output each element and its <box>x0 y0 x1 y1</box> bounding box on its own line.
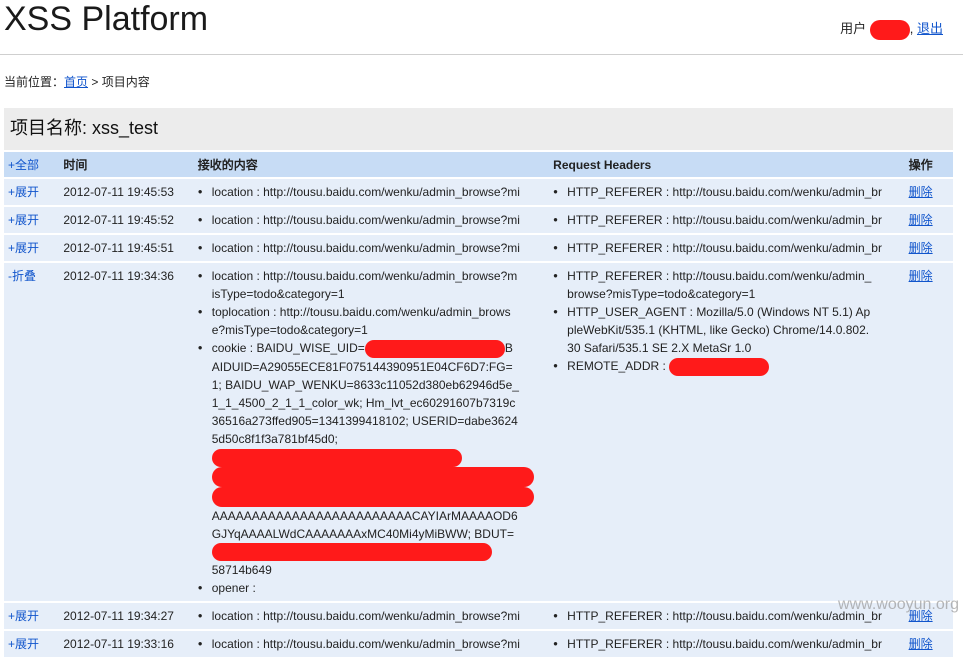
remote-addr-label: REMOTE_ADDR : <box>567 359 666 373</box>
expand-toggle[interactable]: +展开 <box>8 213 39 227</box>
header-item: HTTP_REFERER : http://tousu.baidu.com/we… <box>553 211 904 229</box>
expand-toggle[interactable]: +展开 <box>8 637 39 651</box>
cookie-item: cookie : BAIDU_WISE_UID=BAIDUID=A29055EC… <box>198 339 534 579</box>
delete-link[interactable]: 删除 <box>909 637 933 651</box>
remote-addr-item: REMOTE_ADDR : <box>553 357 875 376</box>
header-item: HTTP_REFERER : http://tousu.baidu.com/we… <box>553 183 904 201</box>
table-row: +展开 2012-07-11 19:45:53 location : http:… <box>4 177 953 205</box>
redacted-ip <box>669 357 770 376</box>
delete-link[interactable]: 删除 <box>909 213 933 227</box>
table-row: +展开 2012-07-11 19:45:51 location : http:… <box>4 233 953 261</box>
user-label: 用户 <box>840 21 867 36</box>
content-item: location : http://tousu.baidu.com/wenku/… <box>198 183 549 201</box>
content-item: opener : <box>198 579 520 597</box>
row-time: 2012-07-11 19:45:52 <box>59 205 194 233</box>
content-item: location : http://tousu.baidu.com/wenku/… <box>198 635 549 653</box>
user-box: 用户 , 退出 <box>840 18 943 40</box>
watermark: www.wooyun.org <box>838 596 959 613</box>
delete-link[interactable]: 删除 <box>909 241 933 255</box>
breadcrumb-current: 项目内容 <box>101 75 150 89</box>
expand-all-toggle[interactable]: +全部 <box>8 158 39 172</box>
header-item: HTTP_USER_AGENT : Mozilla/5.0 (Windows N… <box>553 303 875 357</box>
records-table: +全部 时间 接收的内容 Request Headers 操作 +展开 2012… <box>4 152 953 657</box>
row-time: 2012-07-11 19:34:27 <box>59 601 194 630</box>
cookie-last: 58714b649 <box>211 563 272 578</box>
content-item: location : http://tousu.baidu.com/wenku/… <box>198 239 549 257</box>
delete-link[interactable]: 删除 <box>909 269 933 283</box>
header-item: HTTP_REFERER : http://tousu.baidu.com/we… <box>553 635 904 653</box>
breadcrumb-home-link[interactable]: 首页 <box>64 75 88 89</box>
breadcrumb-sep: > <box>88 75 102 89</box>
row-time: 2012-07-11 19:45:53 <box>59 177 194 205</box>
cookie-label: cookie : BAIDU_WISE_UID= <box>211 341 365 355</box>
table-row: +展开 2012-07-11 19:34:27 location : http:… <box>4 601 953 630</box>
header-item: HTTP_REFERER : http://tousu.baidu.com/we… <box>553 267 875 303</box>
content-item: toplocation : http://tousu.baidu.com/wen… <box>198 303 520 339</box>
table-row: +展开 2012-07-11 19:33:16 location : http:… <box>4 629 953 657</box>
redacted-username <box>869 19 910 40</box>
expand-toggle[interactable]: +展开 <box>8 241 39 255</box>
col-time: 时间 <box>59 152 194 177</box>
redacted-cookie-value <box>211 543 492 562</box>
collapse-toggle[interactable]: -折叠 <box>8 269 36 283</box>
content-item: location : http://tousu.baidu.com/wenku/… <box>198 267 520 303</box>
col-expand-all[interactable]: +全部 <box>4 152 60 177</box>
expand-toggle[interactable]: +展开 <box>8 185 39 199</box>
project-title: 项目名称: xss_test <box>10 118 159 138</box>
expand-toggle[interactable]: +展开 <box>8 609 39 623</box>
redacted-cookie-value <box>211 466 534 487</box>
content-item: location : http://tousu.baidu.com/wenku/… <box>198 607 549 625</box>
site-logo[interactable]: XSS Platform <box>4 0 208 38</box>
delete-link[interactable]: 删除 <box>909 185 933 199</box>
header-item: HTTP_REFERER : http://tousu.baidu.com/we… <box>553 239 904 257</box>
breadcrumb-prefix: 当前位置： <box>4 75 65 89</box>
redacted-cookie-value <box>364 339 505 358</box>
user-comma: , <box>909 21 914 36</box>
row-time: 2012-07-11 19:45:51 <box>59 233 194 261</box>
logout-link[interactable]: 退出 <box>917 21 943 36</box>
table-row: +展开 2012-07-11 19:45:52 location : http:… <box>4 205 953 233</box>
redacted-cookie-value <box>211 448 462 467</box>
col-operation: 操作 <box>904 152 953 177</box>
row-time: 2012-07-11 19:33:16 <box>59 629 194 657</box>
cookie-end: BWW; BDUT= <box>437 526 514 541</box>
col-request-headers: Request Headers <box>549 152 905 177</box>
table-header-row: +全部 时间 接收的内容 Request Headers 操作 <box>4 152 953 177</box>
breadcrumb: 当前位置：首页 > 项目内容 <box>4 73 150 90</box>
redacted-cookie-value <box>211 486 534 507</box>
project-bar: 项目名称: xss_test <box>4 108 953 150</box>
row-time: 2012-07-11 19:34:36 <box>59 261 194 602</box>
content-item: location : http://tousu.baidu.com/wenku/… <box>198 211 549 229</box>
table-row-expanded: -折叠 2012-07-11 19:34:36 location : http:… <box>4 261 953 602</box>
col-content: 接收的内容 <box>193 152 550 177</box>
top-header: XSS Platform 用户 , 退出 <box>0 0 963 55</box>
